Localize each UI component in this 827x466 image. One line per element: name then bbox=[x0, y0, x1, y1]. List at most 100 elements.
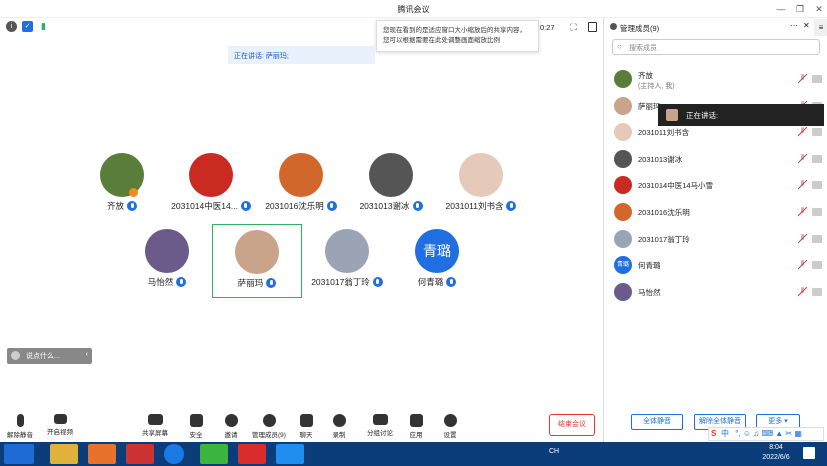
fullscreen-icon[interactable]: ⛶ bbox=[568, 22, 579, 33]
tencent-meeting-icon[interactable] bbox=[276, 444, 304, 464]
participant-name-row: 齐放 bbox=[77, 200, 167, 212]
sogou-browser-icon[interactable] bbox=[164, 444, 184, 464]
notification-icon[interactable] bbox=[803, 447, 815, 459]
mic-off-icon[interactable] bbox=[797, 126, 808, 137]
participant-avatar bbox=[279, 153, 323, 197]
window-title: 腾讯会议 bbox=[397, 5, 430, 14]
start-video-button[interactable]: 开启视频 bbox=[44, 414, 76, 442]
mic-off-icon[interactable] bbox=[797, 259, 808, 270]
ime-mode: 中 bbox=[721, 429, 729, 438]
browser-icon[interactable] bbox=[126, 444, 154, 464]
participant-name: 马怡然 bbox=[147, 277, 174, 287]
close-icon[interactable]: ✕ bbox=[812, 2, 826, 16]
mic-off-icon[interactable] bbox=[797, 153, 808, 164]
media-player-icon[interactable] bbox=[88, 444, 116, 464]
settings-button[interactable]: 设置 bbox=[437, 414, 463, 442]
participant-avatar bbox=[145, 229, 189, 273]
mic-off-icon[interactable] bbox=[797, 206, 808, 217]
manage-members-button[interactable]: 管理成员(9) bbox=[248, 414, 290, 442]
mic-on-icon bbox=[240, 201, 251, 211]
speaking-popup: 正在讲话: bbox=[658, 104, 824, 126]
say-something-box[interactable]: 说点什么... ‹ bbox=[7, 348, 92, 364]
member-search-input[interactable]: 搜索成员 bbox=[612, 39, 820, 55]
camera-off-icon[interactable] bbox=[812, 154, 822, 163]
participant-tile[interactable]: 2031016沈乐明 bbox=[256, 148, 346, 218]
file-explorer-icon[interactable] bbox=[50, 444, 78, 464]
mic-off-icon[interactable] bbox=[797, 233, 808, 244]
participant-tile[interactable]: 马怡然 bbox=[122, 224, 212, 294]
maximize-icon[interactable]: ❐ bbox=[793, 2, 807, 16]
menu-icon[interactable]: ≡ bbox=[814, 19, 827, 36]
member-row[interactable]: 2031013谢冰 bbox=[612, 146, 822, 172]
record-button[interactable]: 录制 bbox=[326, 414, 352, 442]
member-row[interactable]: 齐放 (主持人, 我) bbox=[612, 66, 822, 92]
member-name: 2031014中医14马小雪 bbox=[638, 181, 714, 191]
member-avatar bbox=[614, 96, 632, 115]
sogou-icon: S bbox=[711, 429, 717, 438]
layout-icon[interactable] bbox=[588, 22, 597, 32]
close-panel-icon[interactable]: ✕ bbox=[803, 21, 810, 30]
invite-button[interactable]: 邀请 bbox=[218, 414, 244, 442]
mic-on-icon bbox=[506, 201, 517, 211]
unmute-button[interactable]: 解除静音 bbox=[4, 414, 36, 442]
member-row[interactable]: 马怡然 bbox=[612, 279, 822, 305]
mic-off-icon[interactable] bbox=[797, 73, 808, 84]
participant-tile[interactable]: 齐放 bbox=[77, 148, 167, 218]
member-name: 2031016沈乐明 bbox=[638, 208, 690, 217]
mic-on-icon bbox=[412, 201, 423, 211]
system-clock[interactable]: 8:04 2022/6/6 bbox=[756, 443, 796, 463]
member-row[interactable]: 2031017翁丁玲 bbox=[612, 226, 822, 252]
member-avatar bbox=[614, 123, 632, 142]
camera-off-icon[interactable] bbox=[812, 128, 822, 137]
speaking-banner: 正在讲话: 萨丽玛; bbox=[228, 46, 375, 64]
participant-tile[interactable]: 萨丽玛 bbox=[212, 224, 302, 298]
breakout-button[interactable]: 分组讨论 bbox=[362, 414, 398, 442]
gear-icon bbox=[443, 414, 457, 427]
info-icon[interactable]: i bbox=[6, 21, 17, 32]
language-indicator[interactable]: CH bbox=[549, 448, 559, 455]
chat-button[interactable]: 聊天 bbox=[293, 414, 319, 442]
participant-name: 何青璐 bbox=[417, 277, 444, 287]
camera-off-icon[interactable] bbox=[812, 234, 822, 243]
end-meeting-button[interactable]: 结束会议 bbox=[549, 414, 595, 436]
wps-icon[interactable] bbox=[238, 444, 266, 464]
participant-tile[interactable]: 2031017翁丁玲 bbox=[302, 224, 392, 294]
participant-tile[interactable]: 2031011刘书含 bbox=[436, 148, 526, 218]
security-button[interactable]: 安全 bbox=[183, 414, 209, 442]
apps-button[interactable]: 应用 bbox=[403, 414, 429, 442]
share-screen-button[interactable]: 共享屏幕 bbox=[138, 414, 172, 442]
mic-on-icon bbox=[326, 201, 337, 211]
members-icon bbox=[262, 414, 276, 427]
camera-off-icon[interactable] bbox=[812, 287, 822, 296]
screen-share-icon bbox=[147, 414, 163, 425]
start-icon[interactable] bbox=[4, 444, 34, 464]
member-avatar: 青璐 bbox=[614, 256, 632, 275]
mic-on-icon bbox=[372, 277, 383, 287]
camera-off-icon[interactable] bbox=[812, 181, 822, 190]
camera-off-icon[interactable] bbox=[812, 208, 822, 216]
wechat-icon[interactable] bbox=[200, 444, 228, 464]
member-row[interactable]: 2031014中医14马小雪 bbox=[612, 172, 822, 198]
mic-on-icon bbox=[446, 277, 457, 287]
member-row[interactable]: 2031016沈乐明 bbox=[612, 199, 822, 225]
mic-off-icon[interactable] bbox=[797, 180, 808, 190]
participant-name: 2031016沈乐明 bbox=[265, 201, 324, 211]
signal-icon[interactable]: ▮ bbox=[38, 21, 49, 32]
mute-all-button[interactable]: 全体静音 bbox=[631, 414, 683, 430]
shield-icon[interactable]: ✓ bbox=[22, 21, 33, 32]
minimize-icon[interactable]: — bbox=[774, 2, 788, 16]
member-row[interactable]: 青璐 何青璐 bbox=[612, 252, 822, 278]
zoom-tooltip: 您现在看到的是适应窗口大小缩放后的共享内容，您可以根据需要在此处调整画面缩放比例 bbox=[376, 20, 539, 52]
mic-off-icon bbox=[16, 414, 24, 427]
emoji-icon bbox=[11, 351, 20, 360]
more-options-icon[interactable]: ··· bbox=[790, 21, 798, 30]
collapse-icon[interactable]: ‹ bbox=[86, 351, 88, 358]
mic-off-icon[interactable] bbox=[797, 286, 808, 297]
participant-tile[interactable]: 2031013谢冰 bbox=[346, 148, 436, 218]
participant-tile[interactable]: 2031014中医14... bbox=[166, 148, 256, 218]
camera-off-icon[interactable] bbox=[812, 261, 822, 270]
participant-tile[interactable]: 青璐 何青璐 bbox=[392, 224, 482, 294]
member-avatar bbox=[614, 149, 632, 168]
camera-off-icon[interactable] bbox=[812, 75, 822, 83]
ime-toolbar[interactable]: S 中 °, ☺ ♫ ⌨ ▲ ✂ ▦ bbox=[708, 427, 824, 441]
